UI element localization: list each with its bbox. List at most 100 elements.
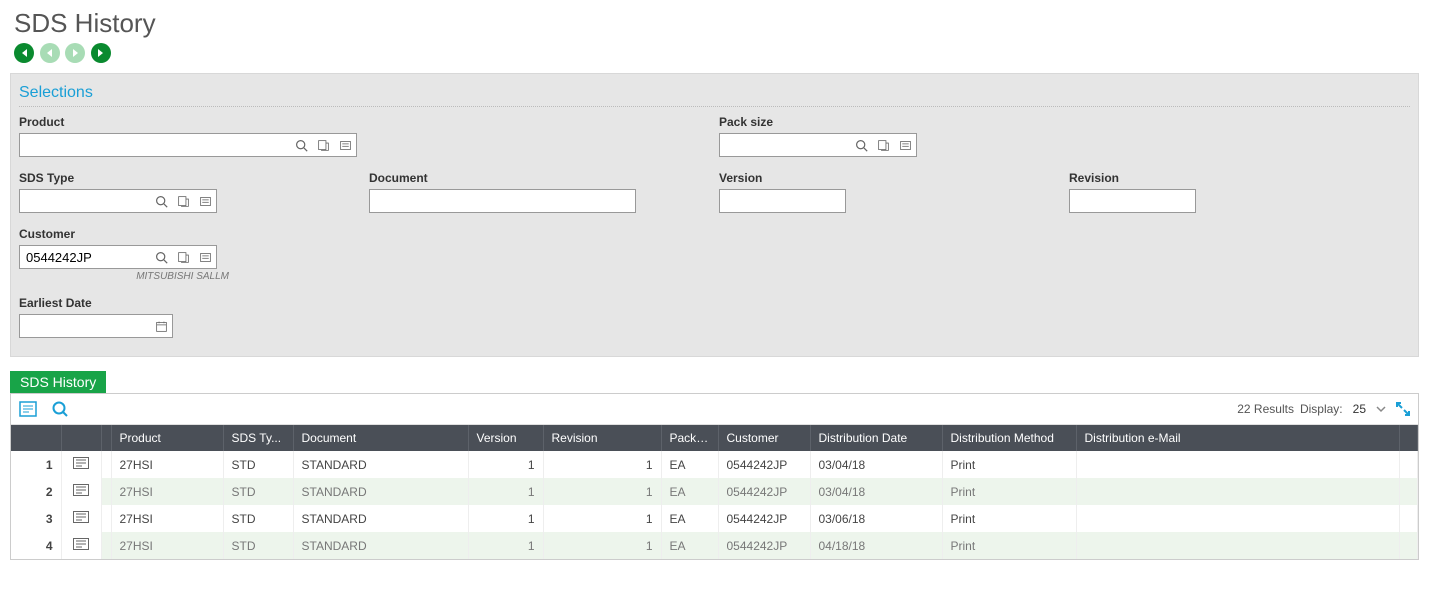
lookup-icon[interactable] [312,134,334,156]
col-detail[interactable] [61,425,101,451]
table-row[interactable]: 227HSISTDSTANDARD11EA0544242JP03/04/18Pr… [11,478,1418,505]
cell-product: 27HSI [111,451,223,478]
cell-dist-email [1076,451,1400,478]
cell-document: STANDARD [293,505,468,532]
table-row[interactable]: 127HSISTDSTANDARD11EA0544242JP03/04/18Pr… [11,451,1418,478]
row-sep [101,532,111,559]
cell-dist-email [1076,532,1400,559]
cell-revision: 1 [543,505,661,532]
row-sep [101,451,111,478]
cell-dist-method: Print [942,532,1076,559]
list-icon[interactable] [894,134,916,156]
list-icon[interactable] [334,134,356,156]
cell-product: 27HSI [111,532,223,559]
cell-dist-date: 03/06/18 [810,505,942,532]
cell-version: 1 [468,532,543,559]
cell-customer: 0544242JP [718,451,810,478]
cell-dist-method: Print [942,451,1076,478]
chevron-down-icon[interactable] [1376,404,1386,414]
cell-product: 27HSI [111,478,223,505]
calendar-icon[interactable] [150,315,172,337]
earliest-date-input[interactable] [20,315,150,337]
col-sds-type[interactable]: SDS Ty... [223,425,293,451]
display-label: Display: [1300,402,1343,416]
cell-revision: 1 [543,532,661,559]
col-sep [101,425,111,451]
record-nav [0,41,1429,73]
revision-label: Revision [1069,171,1419,185]
scrollbar[interactable] [1400,478,1418,505]
document-input[interactable] [370,190,635,212]
cell-sds-type: STD [223,451,293,478]
cell-pack-size: EA [661,478,718,505]
results-grid: SDS History 22 Results Display: 25 [10,371,1419,560]
col-product[interactable]: Product [111,425,223,451]
col-document[interactable]: Document [293,425,468,451]
selections-title: Selections [19,82,1410,107]
scrollbar[interactable] [1400,505,1418,532]
col-dist-date[interactable]: Distribution Date [810,425,942,451]
scrollbar[interactable] [1400,532,1418,559]
customer-label: Customer [19,227,1419,241]
cell-dist-date: 03/04/18 [810,451,942,478]
col-index[interactable] [11,425,61,451]
data-table: Product SDS Ty... Document Version Revis… [11,425,1418,559]
cell-pack-size: EA [661,451,718,478]
row-detail-icon[interactable] [61,478,101,505]
col-scroll [1400,425,1418,451]
sds-type-label: SDS Type [19,171,369,185]
expand-icon[interactable] [1396,402,1410,416]
sds-type-input[interactable] [20,190,150,212]
col-revision[interactable]: Revision [543,425,661,451]
product-input[interactable] [20,134,290,156]
table-row[interactable]: 327HSISTDSTANDARD11EA0544242JP03/06/18Pr… [11,505,1418,532]
list-icon[interactable] [194,190,216,212]
product-label: Product [19,115,719,129]
version-input[interactable] [720,190,845,212]
cell-document: STANDARD [293,532,468,559]
col-dist-email[interactable]: Distribution e-Mail [1076,425,1400,451]
nav-prev-icon[interactable] [40,43,60,63]
lookup-icon[interactable] [172,190,194,212]
cell-dist-email [1076,478,1400,505]
search-icon[interactable] [51,400,69,418]
search-icon[interactable] [850,134,872,156]
customer-input[interactable] [20,246,150,268]
row-detail-icon[interactable] [61,532,101,559]
nav-first-icon[interactable] [14,43,34,63]
nav-last-icon[interactable] [91,43,111,63]
earliest-date-label: Earliest Date [19,296,1419,310]
detail-view-icon[interactable] [19,401,37,417]
col-pack-size[interactable]: Pack si... [661,425,718,451]
cell-pack-size: EA [661,532,718,559]
row-index: 1 [11,451,61,478]
cell-dist-method: Print [942,505,1076,532]
pack-size-label: Pack size [719,115,1419,129]
revision-input[interactable] [1070,190,1195,212]
nav-next-icon[interactable] [65,43,85,63]
col-version[interactable]: Version [468,425,543,451]
cell-document: STANDARD [293,451,468,478]
scrollbar[interactable] [1400,451,1418,478]
display-value[interactable]: 25 [1347,402,1372,416]
lookup-icon[interactable] [872,134,894,156]
search-icon[interactable] [290,134,312,156]
col-dist-method[interactable]: Distribution Method [942,425,1076,451]
lookup-icon[interactable] [172,246,194,268]
search-icon[interactable] [150,190,172,212]
table-row[interactable]: 427HSISTDSTANDARD11EA0544242JP04/18/18Pr… [11,532,1418,559]
results-count: 22 Results [1237,402,1294,416]
list-icon[interactable] [194,246,216,268]
document-label: Document [369,171,719,185]
row-detail-icon[interactable] [61,451,101,478]
row-detail-icon[interactable] [61,505,101,532]
search-icon[interactable] [150,246,172,268]
cell-customer: 0544242JP [718,505,810,532]
pack-size-input[interactable] [720,134,850,156]
grid-toolbar: 22 Results Display: 25 [11,394,1418,425]
cell-document: STANDARD [293,478,468,505]
col-customer[interactable]: Customer [718,425,810,451]
grid-tab[interactable]: SDS History [10,371,106,393]
cell-dist-method: Print [942,478,1076,505]
row-index: 2 [11,478,61,505]
